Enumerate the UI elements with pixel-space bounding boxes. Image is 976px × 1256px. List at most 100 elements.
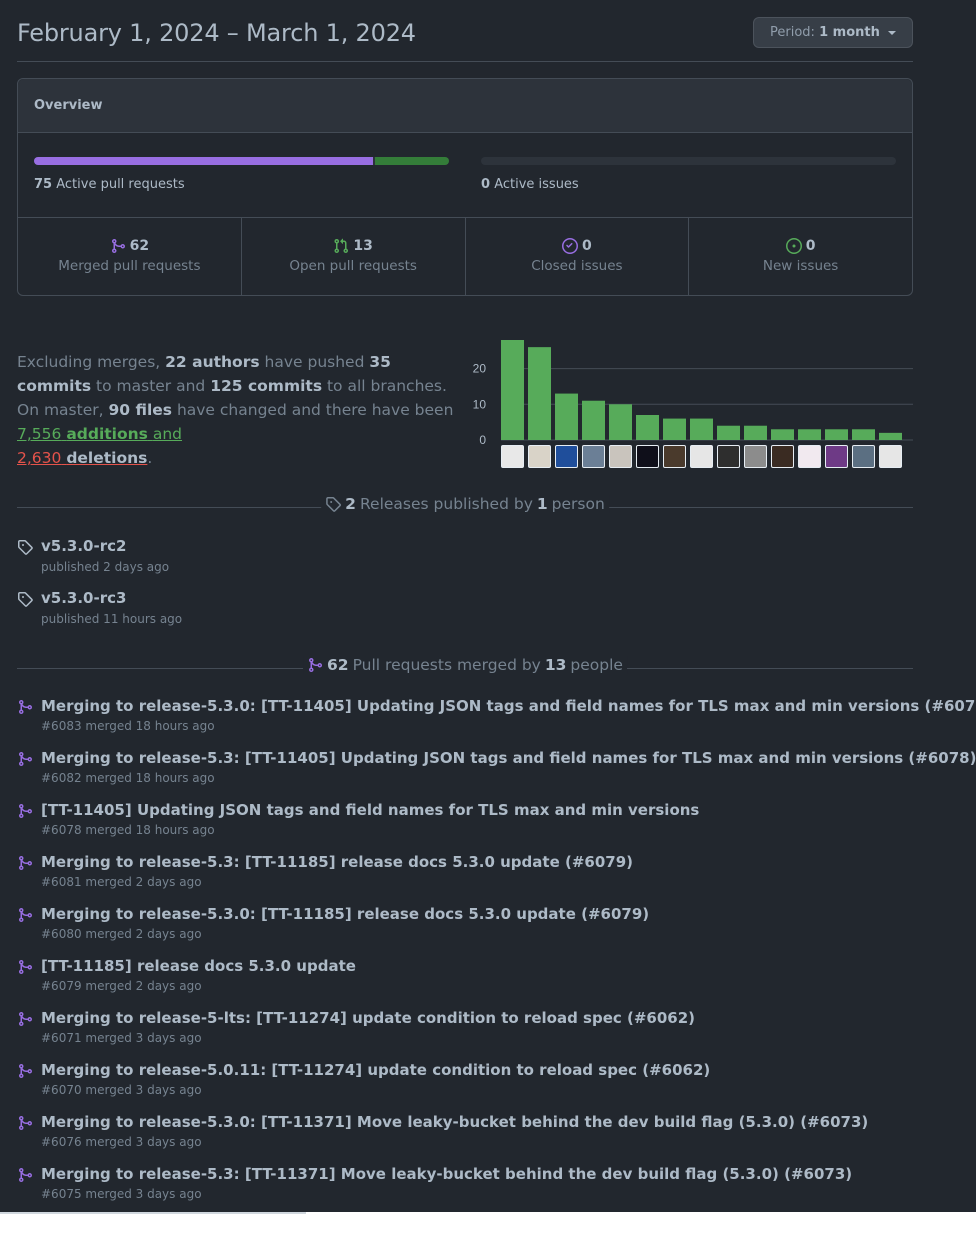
- pr-meta: #6070 merged 3 days ago: [41, 1083, 202, 1097]
- releases-label: Releases published by: [359, 495, 533, 513]
- commit-bar[interactable]: [582, 400, 605, 440]
- merged-pr-item: [TT-11405] Updating JSON tags and field …: [17, 801, 913, 842]
- stat-closed-issues[interactable]: 0 Closed issues: [466, 218, 690, 295]
- y-tick-label: 0: [479, 433, 486, 447]
- release-name-link[interactable]: v5.3.0-rc2: [41, 537, 126, 555]
- commit-bar[interactable]: [744, 425, 767, 440]
- contributor-avatar[interactable]: [825, 445, 848, 468]
- release-meta: published 11 hours ago: [41, 612, 183, 626]
- stat-merged-prs-value: 62: [129, 238, 150, 254]
- commit-bar[interactable]: [555, 393, 578, 440]
- contributor-avatar[interactable]: [663, 445, 686, 468]
- pr-title-link[interactable]: Merging to release-5.3.0: [TT-11371] Mov…: [41, 1113, 868, 1131]
- additions-link[interactable]: 7,556 additions and: [17, 425, 182, 443]
- commit-bar[interactable]: [798, 429, 821, 440]
- pr-title-link[interactable]: Merging to release-5.3.0: [TT-11405] Upd…: [41, 697, 976, 715]
- active-prs-link[interactable]: 75 Active pull requests: [34, 177, 185, 192]
- stat-merged-prs[interactable]: 62 Merged pull requests: [18, 218, 242, 295]
- summary-files: 90 files: [108, 401, 172, 419]
- stat-open-prs-label: Open pull requests: [289, 258, 417, 274]
- git-pull-request-icon: [334, 238, 349, 254]
- period-dropdown-button[interactable]: Period: 1 month: [753, 17, 913, 48]
- stat-closed-issues-value: 0: [582, 238, 592, 254]
- commit-bar[interactable]: [852, 429, 875, 440]
- pr-title-link[interactable]: [TT-11405] Updating JSON tags and field …: [41, 801, 699, 819]
- pr-meta: #6082 merged 18 hours ago: [41, 771, 215, 785]
- pr-meta: #6076 merged 3 days ago: [41, 1135, 202, 1149]
- stat-new-issues-value: 0: [805, 238, 816, 254]
- merged-pr-item: Merging to release-5.3.0: [TT-11405] Upd…: [17, 697, 976, 738]
- git-merge-icon: [19, 908, 33, 922]
- pr-meta: #6071 merged 3 days ago: [41, 1031, 202, 1045]
- commit-bar[interactable]: [609, 404, 632, 440]
- contributor-avatar[interactable]: [582, 445, 605, 468]
- commit-bar[interactable]: [771, 429, 794, 440]
- commit-bar[interactable]: [501, 340, 524, 440]
- date-range-title: February 1, 2024 – March 1, 2024: [17, 19, 416, 47]
- contributor-avatar[interactable]: [690, 445, 713, 468]
- contributor-avatar[interactable]: [528, 445, 551, 468]
- deletions-count: 2,630: [17, 449, 62, 467]
- pr-title-link[interactable]: Merging to release-5.3: [TT-11185] relea…: [41, 853, 633, 871]
- git-merge-icon: [19, 804, 33, 818]
- git-merge-icon: [19, 1168, 33, 1182]
- commit-bar[interactable]: [825, 429, 848, 440]
- pulse-page: February 1, 2024 – March 1, 2024 Period:…: [0, 0, 976, 1212]
- stat-new-issues[interactable]: 0 New issues: [689, 218, 912, 295]
- stat-open-prs[interactable]: 13 Open pull requests: [242, 218, 466, 295]
- contributor-avatar[interactable]: [501, 445, 524, 468]
- commit-bar[interactable]: [879, 432, 902, 440]
- pr-title-link[interactable]: Merging to release-5.3: [TT-11371] Move …: [41, 1165, 852, 1183]
- git-merge-icon: [19, 856, 33, 870]
- merged-pr-item: Merging to release-5.3: [TT-11405] Updat…: [17, 749, 976, 790]
- git-merge-icon: [19, 960, 33, 974]
- summary-text-6: and: [152, 425, 183, 443]
- prs-label: Pull requests merged by: [352, 656, 541, 674]
- releases-count: 2: [345, 495, 356, 513]
- period-value: 1 month: [819, 25, 880, 40]
- git-merge-icon: [19, 1012, 33, 1026]
- commit-bar[interactable]: [663, 418, 686, 440]
- merged-pr-item: Merging to release-5.3: [TT-11185] relea…: [17, 853, 913, 894]
- releases-divider-text: 2 Releases published by 1 person: [321, 495, 609, 513]
- git-merge-icon: [19, 700, 33, 714]
- contributor-avatar[interactable]: [717, 445, 740, 468]
- contributors-chart: 0 10 20: [470, 335, 913, 470]
- contributor-avatar[interactable]: [636, 445, 659, 468]
- summary-text-7: .: [147, 449, 153, 467]
- contributor-avatar[interactable]: [798, 445, 821, 468]
- pr-title-link[interactable]: Merging to release-5-lts: [TT-11274] upd…: [41, 1009, 695, 1027]
- summary-commits-all: 125 commits: [210, 377, 323, 395]
- pr-meta: #6079 merged 2 days ago: [41, 979, 202, 993]
- caret-down-icon: [888, 30, 896, 35]
- summary-text-2: have pushed: [264, 353, 365, 371]
- merged-pr-item: [TT-11185] release docs 5.3.0 update #607…: [17, 957, 913, 998]
- pr-title-link[interactable]: Merging to release-5.3: [TT-11405] Updat…: [41, 749, 976, 767]
- release-name-link[interactable]: v5.3.0-rc3: [41, 589, 126, 607]
- deletions-link[interactable]: 2,630 deletions: [17, 449, 147, 467]
- contributor-avatars: [501, 445, 902, 468]
- contributor-avatar[interactable]: [879, 445, 902, 468]
- commit-bar[interactable]: [717, 425, 740, 440]
- commit-bar[interactable]: [528, 347, 551, 440]
- contributor-avatar[interactable]: [771, 445, 794, 468]
- y-tick-label: 20: [473, 362, 487, 376]
- merged-pr-item: Merging to release-5.3.0: [TT-11371] Mov…: [17, 1113, 913, 1154]
- pr-title-link[interactable]: [TT-11185] release docs 5.3.0 update: [41, 957, 356, 975]
- contributor-avatar[interactable]: [555, 445, 578, 468]
- contributor-avatar[interactable]: [609, 445, 632, 468]
- deletions-word: deletions: [66, 449, 148, 467]
- active-issues-link[interactable]: 0 Active issues: [481, 177, 579, 192]
- active-issues-progress-bar: [481, 157, 896, 165]
- issue-closed-icon: [562, 238, 578, 254]
- active-prs-progress-bar[interactable]: [34, 157, 449, 165]
- commit-bar[interactable]: [636, 415, 659, 440]
- contributor-avatar[interactable]: [852, 445, 875, 468]
- pr-meta: #6081 merged 2 days ago: [41, 875, 202, 889]
- commit-bar[interactable]: [690, 418, 713, 440]
- pr-title-link[interactable]: Merging to release-5.3.0: [TT-11185] rel…: [41, 905, 649, 923]
- contributor-avatar[interactable]: [744, 445, 767, 468]
- releases-people-count: 1: [536, 495, 548, 513]
- additions-word: additions: [66, 425, 148, 443]
- pr-title-link[interactable]: Merging to release-5.0.11: [TT-11274] up…: [41, 1061, 710, 1079]
